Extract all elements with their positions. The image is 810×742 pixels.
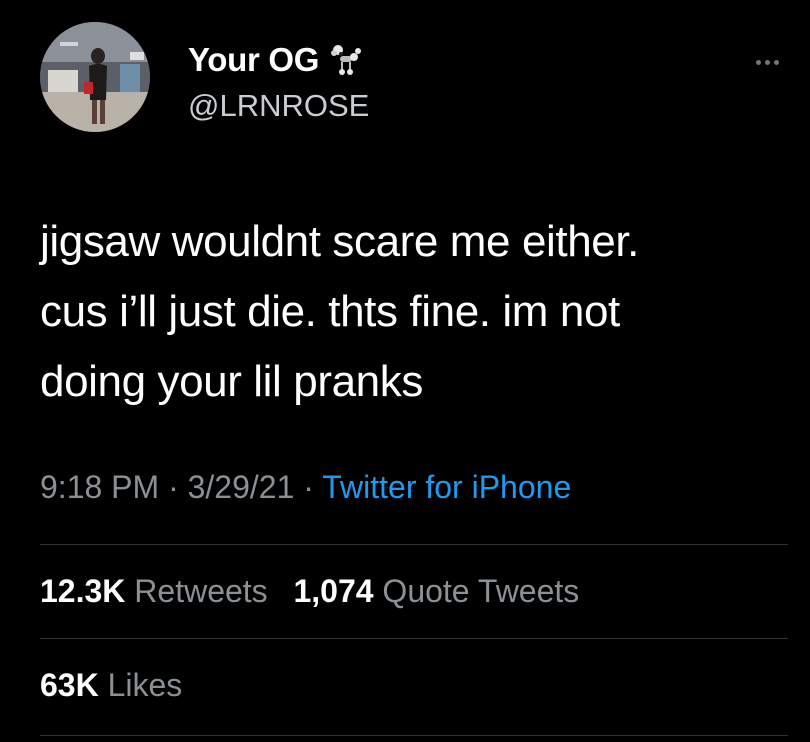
quote-tweets-stat[interactable]: 1,074 Quote Tweets (293, 573, 579, 609)
likes-label: Likes (107, 667, 183, 703)
more-options-icon[interactable] (756, 56, 790, 68)
likes-stat[interactable]: 63K Likes (40, 667, 182, 703)
tweet-source-link[interactable]: Twitter for iPhone (322, 469, 571, 505)
likes-row: 63K Likes (40, 667, 182, 704)
tweet-text: jigsaw wouldnt scare me either. cus i’ll… (40, 207, 780, 417)
avatar-photo (40, 22, 150, 132)
tweet-text-line: jigsaw wouldnt scare me either. (40, 217, 640, 266)
retweets-stat[interactable]: 12.3K Retweets (40, 573, 277, 609)
retweets-count: 12.3K (40, 573, 126, 609)
meta-separator: · (159, 469, 188, 505)
display-name[interactable]: Your OG (188, 41, 319, 79)
author-block: Your OG @LRNROSE (188, 40, 369, 124)
quote-tweets-count: 1,074 (293, 573, 374, 609)
handle[interactable]: @LRNROSE (188, 88, 369, 124)
tweet-text-line: doing your lil pranks (40, 357, 423, 406)
tweet: Your OG @LRNROSE jigsaw wouldnt scare me… (0, 0, 810, 742)
divider (40, 638, 788, 639)
quote-tweets-label: Quote Tweets (382, 573, 580, 609)
avatar[interactable] (40, 22, 150, 132)
divider (40, 544, 788, 545)
poodle-icon (329, 42, 365, 78)
tweet-text-line: cus i’ll just die. thts fine. im not (40, 287, 620, 336)
display-name-row[interactable]: Your OG (188, 40, 369, 80)
retweets-label: Retweets (134, 573, 268, 609)
engagement-row: 12.3K Retweets 1,074 Quote Tweets (40, 573, 579, 610)
tweet-time[interactable]: 9:18 PM (40, 469, 159, 505)
meta-separator: · (294, 469, 323, 505)
likes-count: 63K (40, 667, 99, 703)
tweet-meta: 9:18 PM · 3/29/21 · Twitter for iPhone (40, 469, 571, 506)
tweet-date[interactable]: 3/29/21 (188, 469, 295, 505)
divider (40, 735, 788, 736)
